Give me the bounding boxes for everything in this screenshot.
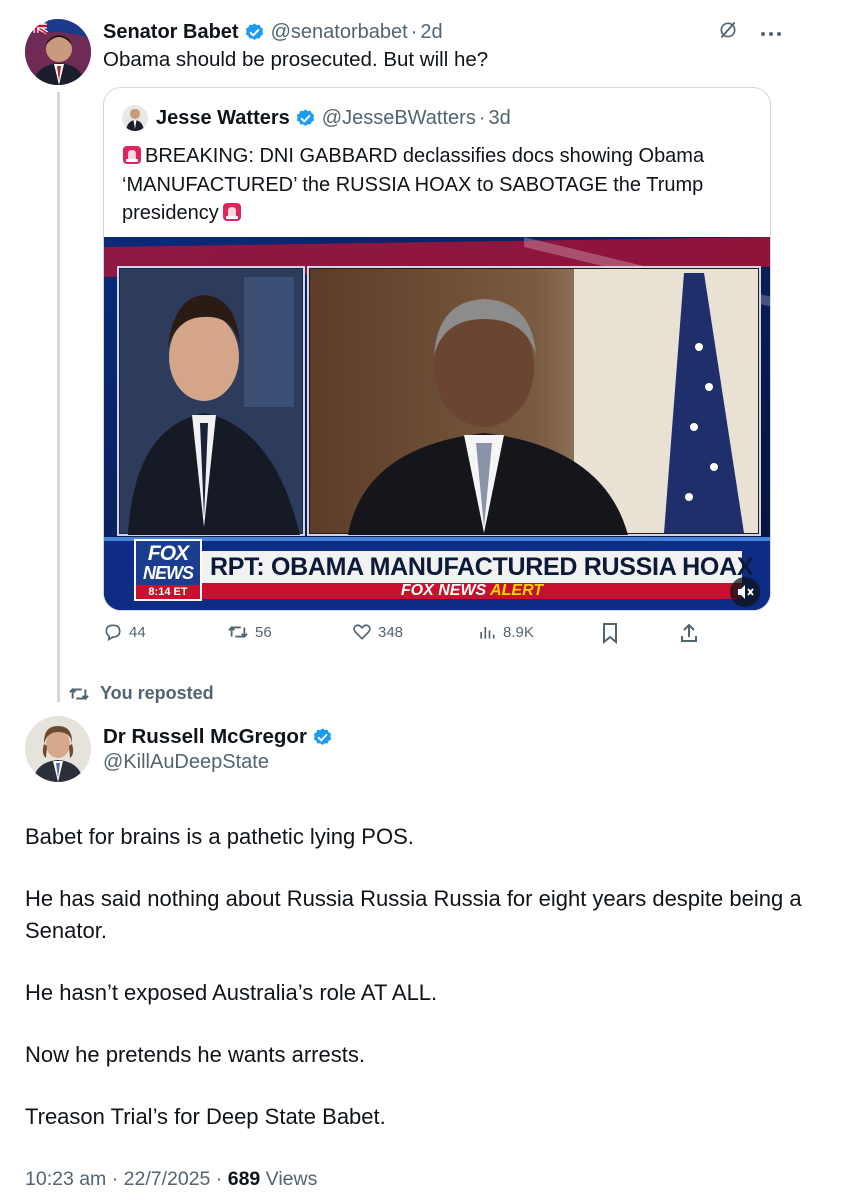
heart-icon — [353, 624, 371, 640]
tweet1-time[interactable]: 2d — [420, 21, 442, 44]
tweet2-header: Dr Russell McGregor — [103, 725, 339, 749]
grok-icon[interactable] — [718, 20, 738, 45]
quoted-tweet-header: Jesse Watters @JesseBWatters · 3d — [122, 105, 511, 131]
repost-icon — [69, 687, 89, 700]
quoted-author-name[interactable]: Jesse Watters — [156, 107, 290, 130]
repost-button[interactable]: 56 — [227, 622, 272, 642]
siren-emoji-icon — [122, 145, 142, 165]
quoted-time[interactable]: 3d — [489, 107, 511, 130]
verified-badge-icon — [244, 22, 265, 43]
tweet2-paragraph: He has said nothing about Russia Russia … — [25, 886, 802, 943]
tweet1-header-icons — [718, 20, 782, 45]
tweet1-text: Obama should be prosecuted. But will he? — [103, 48, 489, 71]
bookmark-button[interactable] — [600, 622, 620, 644]
quoted-author-handle[interactable]: @JesseBWatters — [322, 107, 476, 130]
like-count: 348 — [378, 623, 404, 641]
tweet2-paragraph: Treason Trial’s for Deep State Babet. — [25, 1104, 386, 1129]
repost-label[interactable]: You reposted — [100, 683, 214, 704]
tweet1-action-bar: 44 56 348 8.9K — [103, 622, 703, 646]
siren-emoji-icon — [222, 202, 242, 222]
muted-speaker-icon — [738, 585, 754, 599]
tweet1-author-name[interactable]: Senator Babet — [103, 21, 239, 44]
repost-indicator: You reposted — [68, 683, 214, 704]
share-icon — [681, 623, 697, 642]
tweet2-paragraph: Babet for brains is a pathetic lying POS… — [25, 824, 414, 849]
separator-dot: · — [478, 106, 486, 129]
tweet2-views-label: Views — [260, 1168, 318, 1190]
broadcast-time: 8:14 ET — [136, 585, 200, 599]
reply-button[interactable]: 44 — [103, 622, 146, 642]
russell-mcgregor-avatar[interactable] — [25, 716, 91, 782]
more-options-icon[interactable] — [760, 24, 782, 42]
tweet1-header: Senator Babet @senatorbabet · 2d — [103, 19, 443, 45]
jesse-watters-avatar[interactable] — [122, 105, 148, 131]
bookmark-icon — [603, 623, 617, 644]
tweet1-author-handle[interactable]: @senatorbabet — [271, 21, 408, 44]
views-button[interactable]: 8.9K — [477, 622, 534, 642]
thread-connector-line — [57, 92, 60, 702]
views-chart-icon — [480, 627, 495, 639]
senator-babet-avatar[interactable] — [25, 19, 91, 85]
views-count: 8.9K — [503, 623, 534, 641]
quoted-tweet-text: BREAKING: DNI GABBARD declassifies docs … — [122, 142, 750, 228]
alert-brand: FOX NEWS — [400, 582, 487, 599]
quoted-text-main: BREAKING: DNI GABBARD declassifies docs … — [122, 145, 705, 224]
tweet2-paragraph: Now he pretends he wants arrests. — [25, 1042, 365, 1067]
tweet2-author-name[interactable]: Dr Russell McGregor — [103, 725, 307, 749]
fox-news-logo: FOX NEWS 8:14 ET — [134, 539, 202, 601]
tweet2-views-count: 689 — [227, 1168, 261, 1190]
news-chyron: RPT: OBAMA MANUFACTURED RUSSIA HOAX — [202, 551, 754, 583]
tweet2-author-handle[interactable]: @KillAuDeepState — [103, 751, 269, 774]
logo-line-1: FOX — [147, 542, 189, 565]
verified-badge-icon — [295, 108, 316, 129]
tweet2-timestamp[interactable]: 10:23 am · 22/7/2025 · — [25, 1168, 228, 1190]
repost-count: 56 — [255, 623, 272, 641]
tweet2-meta: 10:23 am · 22/7/2025 · 689 Views — [25, 1168, 317, 1191]
news-alert-bar: FOX NEWS ALERT — [202, 583, 742, 599]
mute-button[interactable] — [730, 577, 760, 607]
alert-word: ALERT — [490, 582, 544, 599]
reply-icon — [105, 624, 121, 642]
quoted-tweet-card[interactable]: Jesse Watters @JesseBWatters · 3d BREAKI… — [103, 87, 771, 611]
reply-count: 44 — [129, 623, 146, 641]
like-button[interactable]: 348 — [352, 622, 403, 642]
logo-line-2: NEWS — [143, 563, 194, 583]
share-button[interactable] — [679, 622, 699, 644]
repost-icon — [228, 626, 248, 638]
separator-dot: · — [410, 20, 418, 43]
tweet2-paragraph: He hasn’t exposed Australia’s role AT AL… — [25, 980, 438, 1005]
tweet2-body: Babet for brains is a pathetic lying POS… — [25, 821, 805, 1163]
video-player[interactable]: FOX NEWS 8:14 ET RPT: OBAMA MANUFACTURED… — [104, 237, 770, 610]
verified-badge-icon — [312, 727, 333, 748]
